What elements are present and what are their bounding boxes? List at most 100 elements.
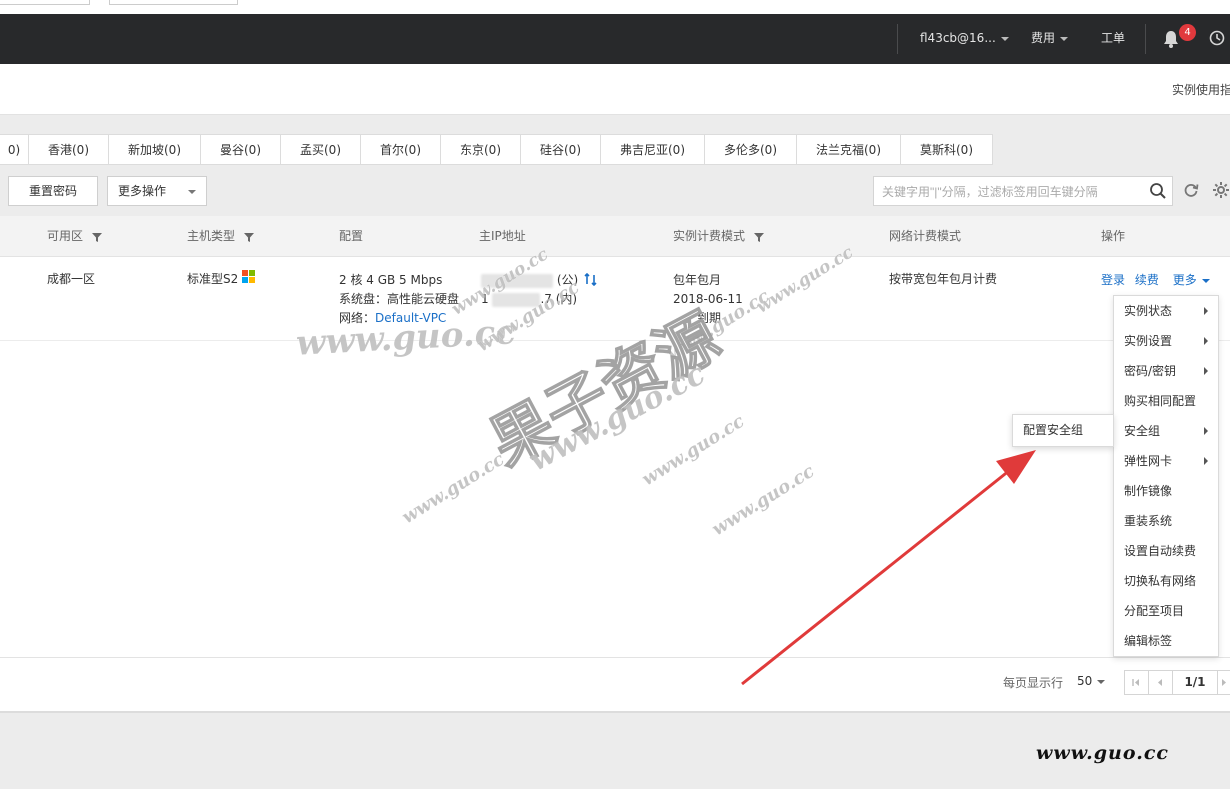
menu-item-edit-tags[interactable]: 编辑标签: [1114, 626, 1218, 656]
search-input[interactable]: [882, 183, 1142, 200]
menu-item-password-key[interactable]: 密码/密钥: [1114, 356, 1218, 386]
menu-item-security-group[interactable]: 安全组: [1114, 416, 1218, 446]
more-actions-dropdown[interactable]: 更多操作: [107, 176, 207, 206]
filter-icon[interactable]: [243, 231, 255, 243]
table-footer: 每页显示行 50 1/1: [0, 657, 1230, 713]
tab-region[interactable]: 硅谷(0): [521, 134, 601, 165]
clock-icon[interactable]: [1209, 30, 1225, 48]
search-icon[interactable]: [1149, 182, 1167, 200]
prev-page-button[interactable]: [1148, 670, 1173, 695]
menu-item-reinstall-system[interactable]: 重装系统: [1114, 506, 1218, 536]
tab-region[interactable]: 0): [0, 134, 29, 165]
ticket-link[interactable]: 工单: [1101, 14, 1125, 64]
chevron-right-icon: [1204, 307, 1208, 315]
vpc-link[interactable]: Default-VPC: [375, 311, 446, 325]
menu-item-label: 设置自动续费: [1124, 544, 1197, 558]
tab-region[interactable]: 弗吉尼亚(0): [601, 134, 705, 165]
menu-item-elastic-nic[interactable]: 弹性网卡: [1114, 446, 1218, 476]
tab-region[interactable]: 曼谷(0): [201, 134, 281, 165]
billing-menu[interactable]: 费用: [1031, 14, 1069, 64]
private-ip-prefix: 1: [481, 292, 489, 306]
tab-region[interactable]: 莫斯科(0): [901, 134, 993, 165]
expiry-date: 2018-06-11: [673, 292, 743, 306]
chevron-right-icon: [1204, 427, 1208, 435]
chevron-down-icon: [1000, 36, 1009, 41]
config-spec: 2 核 4 GB 5 Mbps: [339, 273, 443, 287]
region-tabs: 0) 香港(0) 新加坡(0) 曼谷(0) 孟买(0) 首尔(0) 东京(0) …: [0, 134, 993, 165]
page-indicator: 1/1: [1172, 670, 1218, 695]
tab-region[interactable]: 新加坡(0): [109, 134, 201, 165]
search-box: [873, 176, 1173, 206]
menu-item-buy-same-config[interactable]: 购买相同配置: [1114, 386, 1218, 416]
config-cell: 2 核 4 GB 5 Mbps 系统盘：高性能云硬盘 网络：Default-VP…: [339, 271, 459, 328]
tab-region[interactable]: 香港(0): [29, 134, 109, 165]
billing-type: 包年包月: [673, 273, 722, 287]
account-label: fl43cb@16...: [920, 31, 996, 45]
menu-item-label: 弹性网卡: [1124, 454, 1173, 468]
nav-divider: [1145, 24, 1146, 54]
menu-item-assign-project[interactable]: 分配至项目: [1114, 596, 1218, 626]
first-page-button[interactable]: [1124, 670, 1149, 695]
tab-region[interactable]: 孟买(0): [281, 134, 361, 165]
chevron-right-icon: [1204, 337, 1208, 345]
tab-region[interactable]: 多伦多(0): [705, 134, 797, 165]
tab-region[interactable]: 法兰克福(0): [797, 134, 901, 165]
table-header: 可用区 主机类型 配置 主IP地址 实例计费模式 网络计费模式 操作: [0, 216, 1230, 257]
gear-icon[interactable]: [1212, 181, 1230, 199]
host-type-cell: 标准型S2: [187, 270, 256, 289]
more-label: 更多: [1172, 273, 1197, 287]
menu-item-label: 安全组: [1124, 424, 1161, 438]
account-menu[interactable]: fl43cb@16...: [920, 14, 1009, 64]
top-nav-bar: fl43cb@16... 费用 工单 4: [0, 14, 1230, 64]
chevron-down-icon: [188, 190, 196, 194]
expiry-label: 到期: [697, 311, 722, 325]
column-billing-mode[interactable]: 实例计费模式: [673, 216, 765, 257]
more-actions-label: 更多操作: [118, 184, 167, 198]
menu-item-instance-settings[interactable]: 实例设置: [1114, 326, 1218, 356]
menu-item-instance-status[interactable]: 实例状态: [1114, 296, 1218, 326]
tab-region[interactable]: 首尔(0): [361, 134, 441, 165]
chevron-right-icon: [1222, 679, 1226, 686]
ip-cell: (公) 1 .7 (内): [481, 271, 597, 309]
login-link[interactable]: 登录: [1101, 273, 1125, 287]
top-input-stub[interactable]: [0, 0, 90, 5]
public-ip-suffix: (公): [556, 273, 579, 287]
instance-guide-link[interactable]: 实例使用指: [1172, 81, 1230, 98]
column-ip: 主IP地址: [479, 229, 526, 243]
billing-cell: 包年包月 2018-06-11 到期: [673, 271, 743, 328]
menu-item-create-image[interactable]: 制作镜像: [1114, 476, 1218, 506]
top-input-stub[interactable]: [109, 0, 238, 5]
swap-icon[interactable]: [584, 272, 597, 287]
chevron-down-icon: [1060, 36, 1069, 41]
column-network-billing: 网络计费模式: [889, 229, 962, 243]
tab-region[interactable]: 东京(0): [441, 134, 521, 165]
menu-item-switch-vpc[interactable]: 切换私有网络: [1114, 566, 1218, 596]
nav-divider: [897, 24, 898, 54]
windows-icon: [242, 270, 256, 283]
renew-link[interactable]: 续费: [1135, 273, 1159, 287]
menu-item-label: 购买相同配置: [1124, 394, 1197, 408]
column-host-type[interactable]: 主机类型: [187, 216, 255, 257]
config-network: 网络：Default-VPC: [339, 309, 459, 328]
menu-item-label: 实例设置: [1124, 334, 1173, 348]
redacted-ip: [492, 292, 541, 307]
top-strip: [0, 0, 1230, 14]
column-zone[interactable]: 可用区: [47, 216, 103, 257]
chevron-down-icon: [1097, 679, 1106, 684]
next-page-button[interactable]: [1217, 670, 1230, 695]
public-ip: (公): [481, 271, 597, 290]
private-ip: 1 .7 (内): [481, 290, 597, 309]
menu-item-label: 密码/密钥: [1124, 364, 1177, 378]
more-link[interactable]: 更多: [1173, 273, 1210, 287]
table-body-empty: [0, 341, 1230, 657]
reset-password-button[interactable]: 重置密码: [8, 176, 98, 206]
refresh-icon[interactable]: [1182, 181, 1200, 199]
corner-watermark: www.guo.cc: [1036, 742, 1169, 764]
configure-security-group-item[interactable]: 配置安全组: [1023, 415, 1083, 446]
per-page-select[interactable]: 50: [1077, 674, 1106, 688]
filter-icon[interactable]: [91, 231, 103, 243]
filter-icon[interactable]: [753, 231, 765, 243]
menu-item-auto-renew[interactable]: 设置自动续费: [1114, 536, 1218, 566]
column-label: 主机类型: [187, 229, 236, 243]
column-config: 配置: [339, 229, 364, 243]
